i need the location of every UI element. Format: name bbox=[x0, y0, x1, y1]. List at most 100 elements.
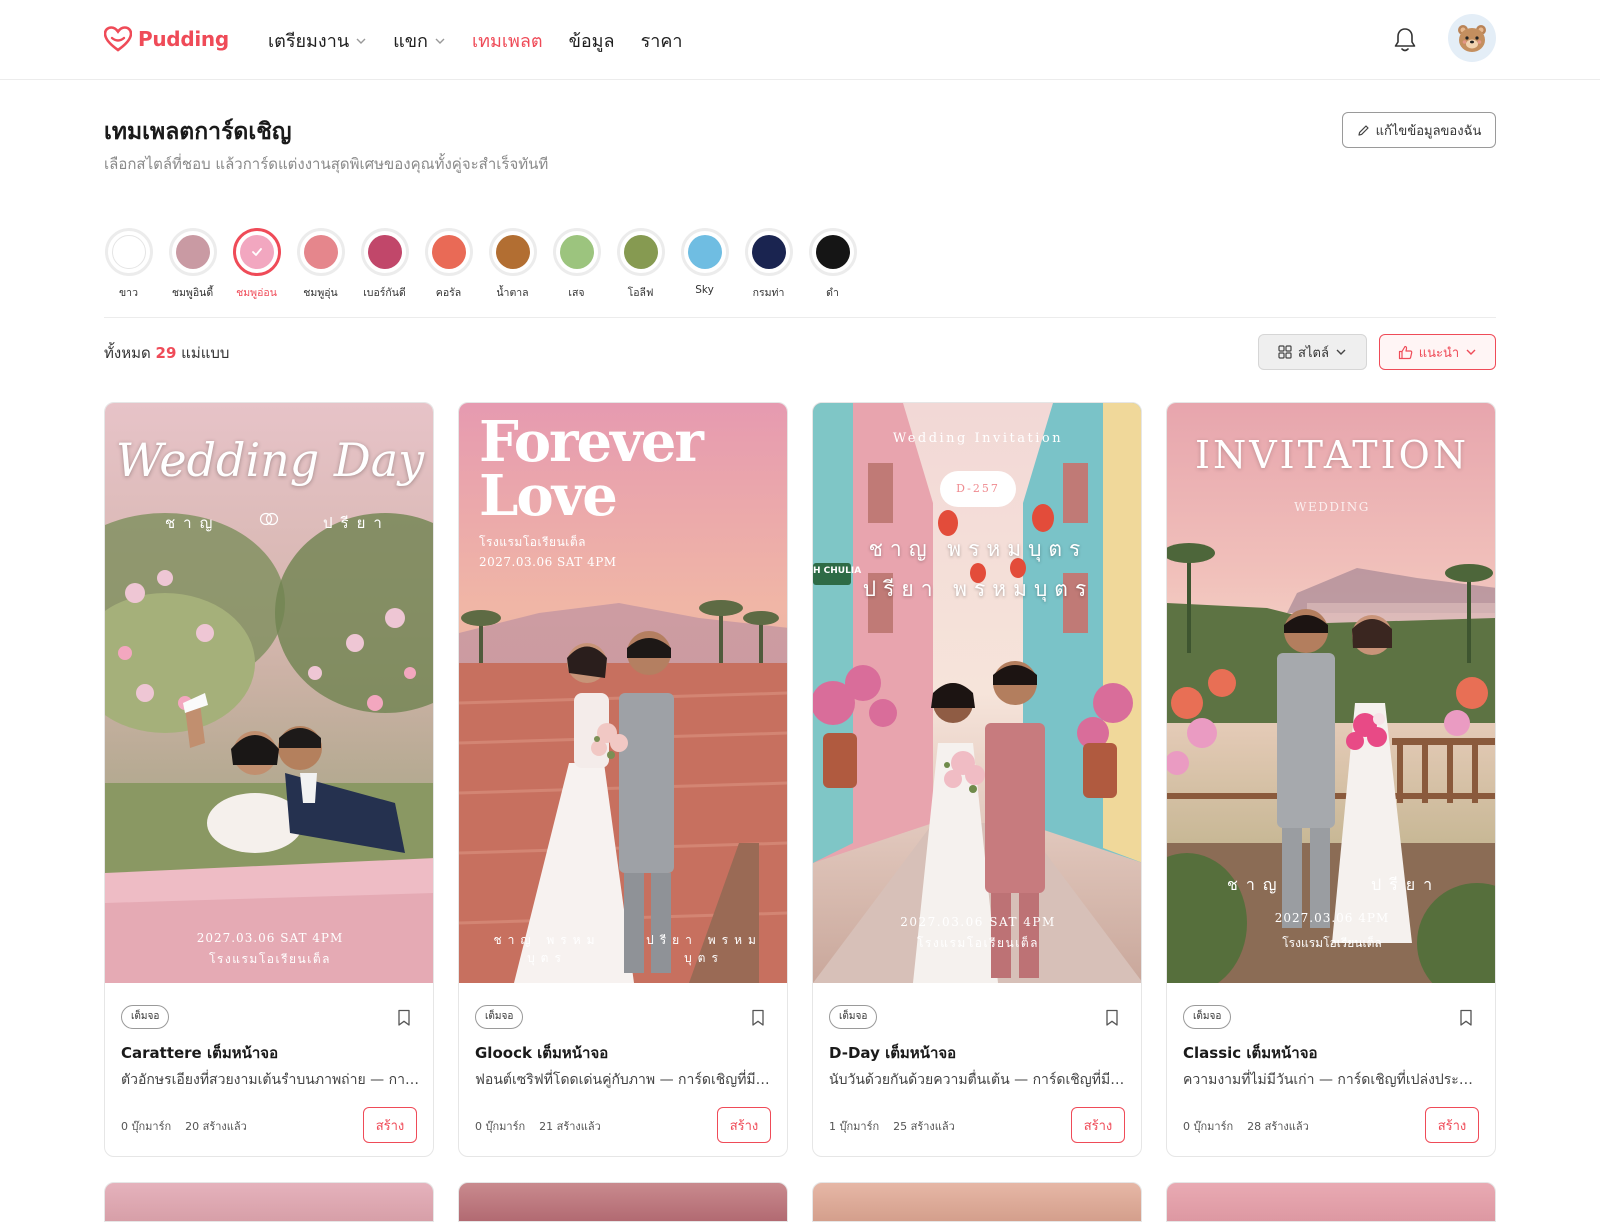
bride-name-line-2: บุตร bbox=[684, 951, 724, 965]
card-title: Gloock เต็มหน้าจอ bbox=[475, 1044, 609, 1062]
bookmark-count: 0 บุ๊กมาร์ก bbox=[121, 1120, 172, 1133]
color-swatch[interactable]: เสจ bbox=[552, 228, 601, 301]
bride-name: ปรียา พรหมบุตร bbox=[862, 577, 1094, 601]
swatch-ring bbox=[680, 228, 729, 276]
bookmark-count: 0 บุ๊กมาร์ก bbox=[1183, 1120, 1234, 1133]
color-swatch[interactable]: ชมพูอินดี้ bbox=[168, 228, 217, 301]
nav-item-info[interactable]: ข้อมูล bbox=[569, 26, 615, 55]
swatch-ring bbox=[424, 228, 473, 276]
swatch-color bbox=[175, 235, 210, 269]
nav-label: เตรียมงาน bbox=[268, 31, 350, 52]
nav-item-pricing[interactable]: ราคา bbox=[641, 26, 683, 55]
event-date: 2027.03.06 SAT 4PM bbox=[196, 931, 344, 945]
garden-photo bbox=[105, 403, 433, 983]
color-swatch[interactable]: ชมพูอุ่น bbox=[296, 228, 345, 301]
event-date: 2027.03.06 4PM bbox=[1274, 911, 1390, 925]
template-card-next-row[interactable] bbox=[1166, 1182, 1496, 1222]
card-title: D-Day เต็มหน้าจอ bbox=[829, 1044, 957, 1062]
bookmark-icon[interactable] bbox=[1105, 1009, 1119, 1027]
bookmark-icon[interactable] bbox=[1459, 1009, 1473, 1027]
color-swatch[interactable]: Sky bbox=[680, 228, 729, 301]
template-card-next-row[interactable] bbox=[458, 1182, 788, 1222]
swatch-label: โอลีฟ bbox=[627, 287, 654, 299]
brand-name: Pudding bbox=[138, 27, 229, 51]
card-description: ฟอนต์เซริฟที่โดดเด่นคู่กับภาพ — การ์ดเชิ… bbox=[475, 1072, 773, 1088]
thumbs-up-icon bbox=[1398, 345, 1413, 359]
terrace-photo bbox=[1167, 403, 1495, 983]
nav-item-templates[interactable]: เทมเพลต bbox=[472, 26, 543, 55]
swatch-color bbox=[495, 235, 530, 269]
edit-my-info-button[interactable]: แก้ไขข้อมูลของฉัน bbox=[1342, 112, 1496, 148]
card-description: ความงามที่ไม่มีวันเก่า — การ์ดเชิญที่เปล… bbox=[1183, 1072, 1481, 1088]
color-swatch[interactable]: คอรัล bbox=[424, 228, 473, 301]
bell-icon[interactable] bbox=[1392, 26, 1418, 54]
template-preview-image[interactable]: Forever Love โรงแรมโอเรียนเต็ล 2027.03.0… bbox=[459, 403, 787, 983]
swatch-label: คอรัล bbox=[435, 287, 462, 299]
created-count: 21 สร้างแล้ว bbox=[539, 1120, 601, 1133]
color-swatch[interactable]: ดำ bbox=[808, 228, 857, 301]
nav-item-prepare[interactable]: เตรียมงาน bbox=[268, 26, 367, 55]
color-swatch[interactable]: เบอร์กันดี bbox=[360, 228, 409, 301]
layout-tag: เต็มจอ bbox=[121, 1005, 170, 1029]
swatch-label: ขาว bbox=[119, 287, 138, 299]
color-swatch[interactable]: ขาว bbox=[104, 228, 153, 301]
card-title: Classic เต็มหน้าจอ bbox=[1183, 1044, 1318, 1062]
street-sign-text: H CHULIA bbox=[813, 566, 862, 576]
template-preview-image[interactable]: INVITATION WEDDING ชาญ ปรียา 2027.03.06 … bbox=[1167, 403, 1495, 983]
create-button[interactable]: สร้าง bbox=[1425, 1107, 1479, 1143]
card-meta: 0 บุ๊กมาร์ก 28 สร้างแล้ว bbox=[1183, 1117, 1309, 1135]
template-card[interactable]: Wedding Invitation D-257 ชาญ พรหมบุตร ปร… bbox=[812, 402, 1142, 1157]
swatch-color bbox=[751, 235, 786, 269]
template-preview-image[interactable]: Wedding Invitation D-257 ชาญ พรหมบุตร ปร… bbox=[813, 403, 1141, 983]
swatch-color bbox=[367, 235, 402, 269]
template-card-next-row[interactable] bbox=[812, 1182, 1142, 1222]
card-body: เต็มจอ Gloock เต็มหน้าจอ ฟอนต์เซริฟที่โด… bbox=[459, 983, 787, 1156]
template-card[interactable]: INVITATION WEDDING ชาญ ปรียา 2027.03.06 … bbox=[1166, 402, 1496, 1157]
swatch-label: น้ำตาล bbox=[496, 287, 529, 299]
chevron-down-icon bbox=[435, 38, 445, 44]
template-preview-image[interactable]: Wedding Day ชาญ ปรียา 2027.03.06 SAT 4PM… bbox=[105, 403, 433, 983]
create-button[interactable]: สร้าง bbox=[717, 1107, 771, 1143]
color-swatch[interactable]: กรมท่า bbox=[744, 228, 793, 301]
color-swatch[interactable]: ชมพูอ่อน bbox=[232, 228, 281, 301]
nav-item-guests[interactable]: แขก bbox=[393, 26, 446, 55]
template-card-next-row[interactable] bbox=[104, 1182, 434, 1222]
event-date: 2027.03.06 SAT 4PM bbox=[900, 915, 1056, 929]
pencil-icon bbox=[1358, 124, 1369, 136]
swatch-ring bbox=[168, 228, 217, 276]
template-card[interactable]: Forever Love โรงแรมโอเรียนเต็ล 2027.03.0… bbox=[458, 402, 788, 1157]
create-button[interactable]: สร้าง bbox=[1071, 1107, 1125, 1143]
created-count: 28 สร้างแล้ว bbox=[1247, 1120, 1309, 1133]
results-count: ทั้งหมด 29 แม่แบบ bbox=[104, 341, 229, 365]
headline-line-1: Forever bbox=[479, 409, 704, 475]
create-button[interactable]: สร้าง bbox=[363, 1107, 417, 1143]
swatch-label: กรมท่า bbox=[752, 287, 785, 299]
sort-button[interactable]: แนะนำ bbox=[1379, 334, 1496, 370]
chevron-down-icon bbox=[1336, 349, 1346, 355]
main-nav: เตรียมงาน แขก เทมเพลต ข้อมูล ราคา bbox=[268, 26, 683, 55]
chevron-down-icon bbox=[356, 38, 366, 44]
brand-logo[interactable]: Pudding bbox=[104, 26, 229, 52]
swatch-label: Sky bbox=[695, 284, 714, 296]
template-card[interactable]: Wedding Day ชาญ ปรียา 2027.03.06 SAT 4PM… bbox=[104, 402, 434, 1157]
bookmark-icon[interactable] bbox=[397, 1009, 411, 1027]
swatch-color bbox=[303, 235, 338, 269]
chevron-down-icon bbox=[1466, 349, 1476, 355]
layout-tag: เต็มจอ bbox=[1183, 1005, 1232, 1029]
bookmark-icon[interactable] bbox=[751, 1009, 765, 1027]
headline-text: Wedding Invitation bbox=[892, 431, 1064, 446]
swatch-ring bbox=[616, 228, 665, 276]
color-swatch[interactable]: น้ำตาล bbox=[488, 228, 537, 301]
user-avatar[interactable] bbox=[1448, 14, 1496, 62]
style-filter-button[interactable]: สไตล์ bbox=[1258, 334, 1367, 370]
groom-name: ชาญ bbox=[1227, 875, 1285, 894]
swatch-label: ชมพูอ่อน bbox=[236, 287, 277, 299]
nav-label: ข้อมูล bbox=[568, 31, 615, 52]
card-description: ตัวอักษรเอียงที่สวยงามเต้นรำบนภาพถ่าย — … bbox=[121, 1072, 419, 1088]
event-venue: โรงแรมโอเรียนเต็ล bbox=[208, 952, 332, 966]
color-swatch[interactable]: โอลีฟ bbox=[616, 228, 665, 301]
swatch-color bbox=[623, 235, 658, 269]
check-icon bbox=[251, 248, 262, 256]
card-meta: 0 บุ๊กมาร์ก 20 สร้างแล้ว bbox=[121, 1117, 247, 1135]
swatch-label: ชมพูอุ่น bbox=[303, 287, 338, 299]
